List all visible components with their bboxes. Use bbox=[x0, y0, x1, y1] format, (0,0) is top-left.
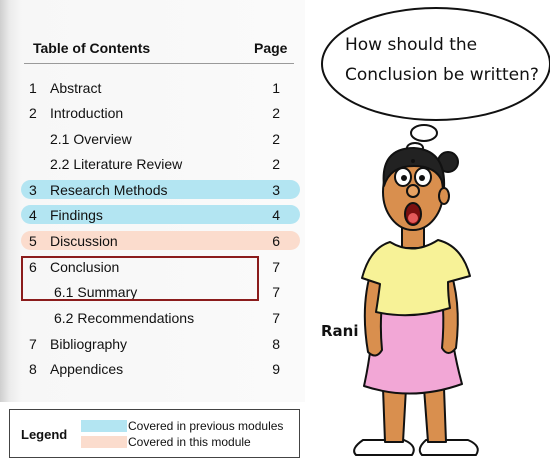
right-leg bbox=[423, 387, 447, 443]
ear bbox=[438, 187, 450, 205]
left-shoe bbox=[353, 439, 415, 456]
nose bbox=[406, 184, 420, 198]
thought-line-2: Conclusion be written? bbox=[345, 65, 539, 85]
character-name-label: Rani bbox=[321, 322, 359, 340]
thought-line-1: How should the bbox=[345, 35, 478, 55]
rani-character bbox=[353, 147, 479, 456]
left-leg bbox=[382, 387, 407, 443]
